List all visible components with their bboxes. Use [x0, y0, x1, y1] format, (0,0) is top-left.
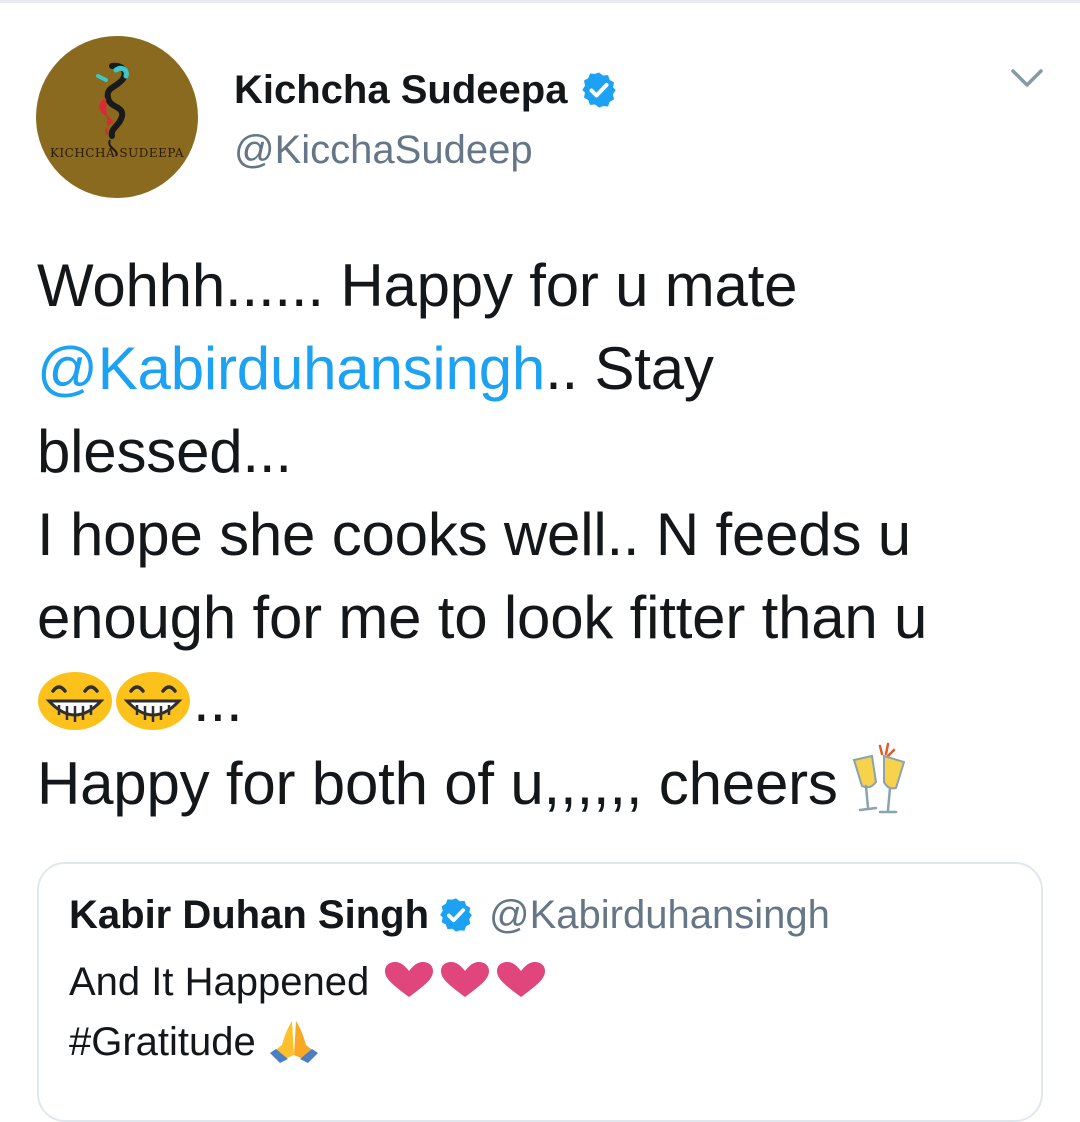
author-display-name[interactable]: Kichcha Sudeepa	[234, 70, 567, 110]
avatar-logo-icon	[96, 62, 129, 157]
chevron-down-icon[interactable]	[1010, 66, 1044, 90]
quoted-handle: @Kabirduhansingh	[489, 893, 830, 937]
quoted-line-2: #Gratitude	[69, 1012, 553, 1072]
author-handle[interactable]: @KicchaSudeep	[234, 126, 533, 174]
tweet-line-4: I hope she cooks well.. N feeds u	[37, 501, 911, 568]
tweet-line-5: enough for me to look fitter than u	[37, 584, 928, 651]
tweet-text: Wohhh...... Happy for u mate @Kabirduhan…	[37, 244, 1052, 825]
heart-emoji	[385, 962, 546, 997]
tweet-line-2: @Kabirduhansingh.. Stay	[37, 327, 1052, 410]
tweet-line-7-text: Happy for both of u,,,,,, cheers	[37, 750, 838, 817]
champagne-glasses-emoji	[852, 742, 905, 814]
quoted-line-1-text: And It Happened	[69, 960, 370, 1004]
quoted-display-name: Kabir Duhan Singh	[69, 893, 429, 937]
quoted-line-1: And It Happened	[69, 952, 553, 1012]
tweet-line-7: Happy for both of u,,,,,, cheers	[37, 742, 1052, 825]
avatar-label: KICHCHA SUDEEPA	[49, 146, 185, 160]
avatar[interactable]: KICHCHA SUDEEPA	[36, 36, 198, 198]
tweet-line-1: Wohhh...... Happy for u mate	[37, 252, 798, 319]
top-divider	[0, 0, 1080, 3]
tweet-line-3: blessed...	[37, 418, 292, 485]
hashtag-link[interactable]: #Gratitude	[69, 1020, 256, 1064]
author-name-row: Kichcha Sudeepa	[234, 62, 619, 118]
folded-hands-emoji	[269, 1021, 318, 1063]
quoted-tweet-card[interactable]: Kabir Duhan Singh @Kabirduhansingh And I…	[37, 862, 1043, 1122]
verified-badge-icon	[582, 72, 617, 108]
grinning-face-emoji	[116, 672, 190, 730]
grinning-face-emoji	[38, 672, 112, 730]
verified-badge-icon	[440, 898, 472, 932]
tweet-line-6: ...	[37, 659, 1052, 742]
quoted-tweet-header: Kabir Duhan Singh @Kabirduhansingh	[69, 890, 830, 940]
tweet-line-6-rest: ...	[193, 667, 243, 734]
tweet-line-2-rest: .. Stay	[545, 335, 714, 402]
mention-link[interactable]: @Kabirduhansingh	[37, 335, 545, 402]
quoted-tweet-text: And It Happened #Gratitude	[69, 952, 553, 1072]
